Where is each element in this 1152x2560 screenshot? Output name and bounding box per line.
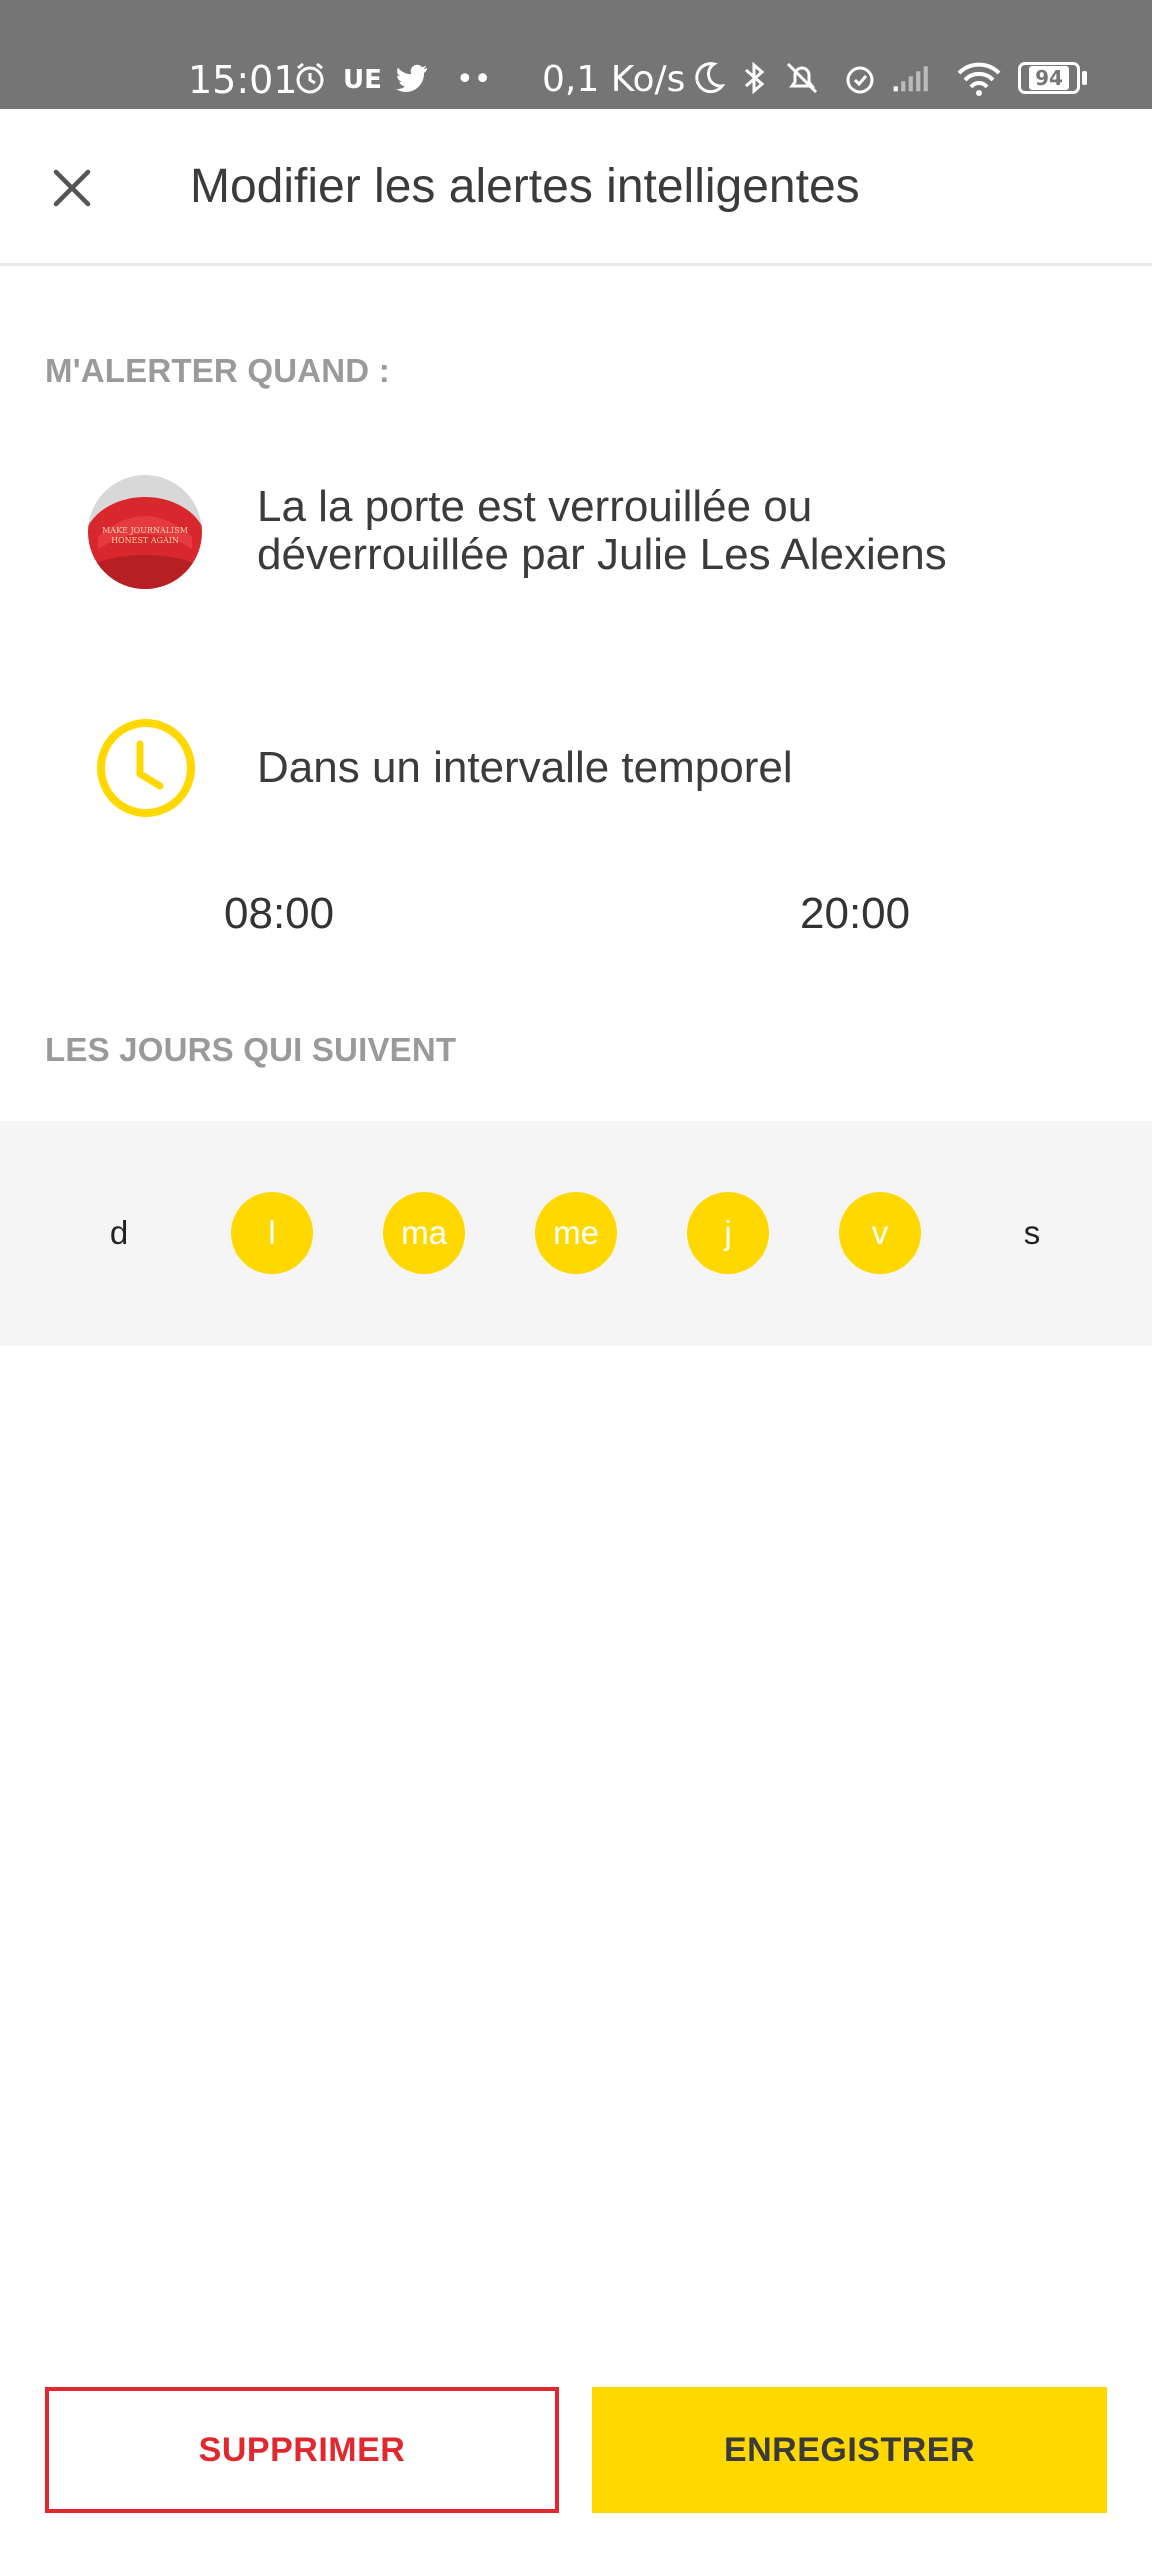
day-thursday[interactable]: j <box>687 1192 769 1274</box>
days-selector: d l ma me j v s <box>0 1121 1152 1346</box>
battery-level: 94 <box>1029 66 1069 90</box>
moon-icon <box>695 62 726 94</box>
day-monday[interactable]: l <box>231 1192 313 1274</box>
clock-icon <box>97 719 195 817</box>
bluetooth-icon <box>745 61 765 95</box>
battery-tip <box>1082 71 1087 85</box>
network-speed: 0,1 Ko/s <box>542 59 686 100</box>
mute-bell-icon <box>786 62 818 94</box>
time-window-label: Dans un intervalle temporel <box>257 743 793 792</box>
day-tuesday[interactable]: ma <box>383 1192 465 1274</box>
save-button[interactable]: ENREGISTRER <box>592 2387 1107 2513</box>
day-friday[interactable]: v <box>839 1192 921 1274</box>
alarm-icon <box>846 66 874 94</box>
start-time[interactable]: 08:00 <box>224 884 334 944</box>
close-icon <box>53 169 91 207</box>
notification-dots: •• <box>456 62 492 97</box>
user-avatar: MAKE JOURNALISM HONEST AGAIN <box>88 475 202 589</box>
end-time[interactable]: 20:00 <box>800 884 910 944</box>
close-button[interactable] <box>44 160 100 216</box>
alert-section-label: M'ALERTER QUAND : <box>45 352 390 389</box>
app-bar: Modifier les alertes intelligentes <box>0 109 1152 266</box>
status-bar: 15:01 UE •• 0,1 Ko/s 94 <box>0 0 1152 109</box>
signal-icon <box>893 66 928 92</box>
wifi-icon <box>957 62 1001 96</box>
trigger-line-2: déverrouillée par Julie Les Alexiens <box>257 530 947 579</box>
day-saturday[interactable]: s <box>991 1192 1073 1274</box>
trigger-line-1: La la porte est verrouillée ou <box>257 482 813 531</box>
alarm-clock-icon <box>296 62 324 94</box>
page-title: Modifier les alertes intelligentes <box>190 160 860 213</box>
delete-button[interactable]: SUPPRIMER <box>45 2387 559 2513</box>
day-sunday[interactable]: d <box>78 1192 160 1274</box>
days-section-label: LES JOURS QUI SUIVENT <box>45 1031 457 1068</box>
cap-text-line1: MAKE JOURNALISM <box>102 526 188 535</box>
cap-text-line2: HONEST AGAIN <box>111 536 179 545</box>
carrier-badge: UE <box>343 65 382 95</box>
day-wednesday[interactable]: me <box>535 1192 617 1274</box>
status-time: 15:01 <box>188 58 298 102</box>
battery-icon: 94 <box>1018 62 1080 94</box>
twitter-icon <box>396 64 427 92</box>
